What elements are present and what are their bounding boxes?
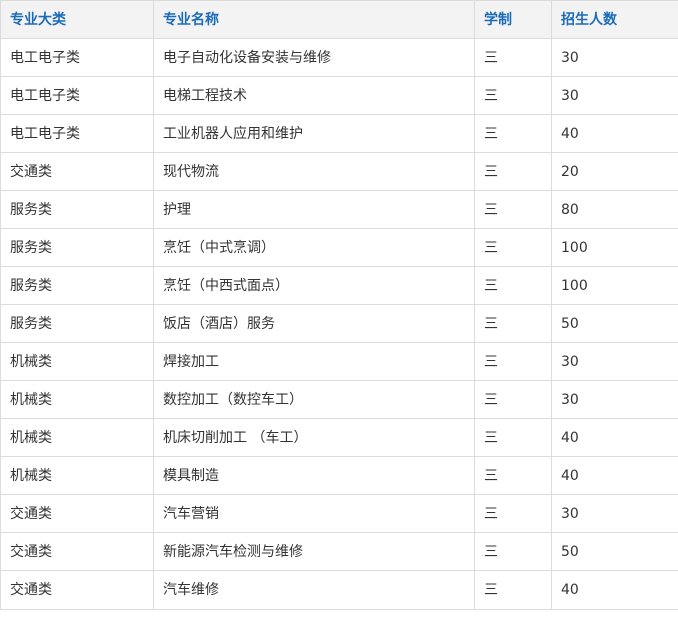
cell-major-name: 模具制造	[153, 456, 475, 495]
cell-category: 交通类	[0, 152, 154, 191]
cell-enrollment: 50	[551, 532, 678, 571]
cell-major-name: 汽车营销	[153, 494, 475, 533]
header-row: 专业大类 专业名称 学制 招生人数	[0, 0, 678, 39]
header-enrollment: 招生人数	[551, 0, 678, 39]
cell-category: 交通类	[0, 494, 154, 533]
cell-category: 交通类	[0, 532, 154, 571]
cell-duration: 三	[474, 304, 552, 343]
table-row: 服务类 烹饪（中式烹调） 三 100	[0, 228, 678, 267]
cell-enrollment: 40	[551, 570, 678, 610]
cell-duration: 三	[474, 38, 552, 77]
cell-duration: 三	[474, 152, 552, 191]
cell-major-name: 护理	[153, 190, 475, 229]
header-major-name: 专业名称	[153, 0, 475, 39]
table-row: 电工电子类 电子自动化设备安装与维修 三 30	[0, 38, 678, 77]
cell-duration: 三	[474, 532, 552, 571]
cell-enrollment: 40	[551, 114, 678, 153]
cell-category: 交通类	[0, 570, 154, 610]
table-row: 服务类 饭店（酒店）服务 三 50	[0, 304, 678, 343]
cell-enrollment: 30	[551, 342, 678, 381]
cell-category: 机械类	[0, 342, 154, 381]
cell-major-name: 电子自动化设备安装与维修	[153, 38, 475, 77]
cell-major-name: 工业机器人应用和维护	[153, 114, 475, 153]
cell-enrollment: 40	[551, 456, 678, 495]
cell-enrollment: 30	[551, 76, 678, 115]
cell-enrollment: 100	[551, 266, 678, 305]
enrollment-table: 专业大类 专业名称 学制 招生人数 电工电子类 电子自动化设备安装与维修 三 3…	[0, 0, 678, 610]
cell-category: 机械类	[0, 418, 154, 457]
table-row: 服务类 烹饪（中西式面点） 三 100	[0, 266, 678, 305]
table-row: 交通类 现代物流 三 20	[0, 152, 678, 191]
cell-major-name: 烹饪（中式烹调）	[153, 228, 475, 267]
cell-duration: 三	[474, 342, 552, 381]
cell-category: 服务类	[0, 190, 154, 229]
table-row: 机械类 机床切削加工 （车工） 三 40	[0, 418, 678, 457]
table-row: 机械类 焊接加工 三 30	[0, 342, 678, 381]
cell-category: 电工电子类	[0, 114, 154, 153]
cell-duration: 三	[474, 76, 552, 115]
table-row: 机械类 模具制造 三 40	[0, 456, 678, 495]
cell-duration: 三	[474, 190, 552, 229]
cell-category: 电工电子类	[0, 76, 154, 115]
cell-enrollment: 80	[551, 190, 678, 229]
table-header: 专业大类 专业名称 学制 招生人数	[0, 0, 678, 39]
table-row: 机械类 数控加工（数控车工） 三 30	[0, 380, 678, 419]
cell-duration: 三	[474, 570, 552, 610]
cell-major-name: 焊接加工	[153, 342, 475, 381]
table-row: 电工电子类 电梯工程技术 三 30	[0, 76, 678, 115]
cell-duration: 三	[474, 114, 552, 153]
cell-major-name: 现代物流	[153, 152, 475, 191]
header-category: 专业大类	[0, 0, 154, 39]
table-body: 电工电子类 电子自动化设备安装与维修 三 30 电工电子类 电梯工程技术 三 3…	[0, 38, 678, 610]
cell-category: 机械类	[0, 456, 154, 495]
cell-enrollment: 100	[551, 228, 678, 267]
cell-category: 电工电子类	[0, 38, 154, 77]
cell-category: 服务类	[0, 228, 154, 267]
cell-category: 服务类	[0, 266, 154, 305]
cell-enrollment: 30	[551, 380, 678, 419]
cell-category: 机械类	[0, 380, 154, 419]
cell-major-name: 数控加工（数控车工）	[153, 380, 475, 419]
table-row: 电工电子类 工业机器人应用和维护 三 40	[0, 114, 678, 153]
header-duration: 学制	[474, 0, 552, 39]
table-row: 交通类 汽车维修 三 40	[0, 570, 678, 610]
cell-category: 服务类	[0, 304, 154, 343]
cell-major-name: 烹饪（中西式面点）	[153, 266, 475, 305]
cell-duration: 三	[474, 494, 552, 533]
cell-enrollment: 20	[551, 152, 678, 191]
cell-duration: 三	[474, 380, 552, 419]
cell-duration: 三	[474, 456, 552, 495]
cell-duration: 三	[474, 228, 552, 267]
table-row: 服务类 护理 三 80	[0, 190, 678, 229]
cell-major-name: 饭店（酒店）服务	[153, 304, 475, 343]
cell-major-name: 新能源汽车检测与维修	[153, 532, 475, 571]
table-row: 交通类 新能源汽车检测与维修 三 50	[0, 532, 678, 571]
cell-major-name: 机床切削加工 （车工）	[153, 418, 475, 457]
cell-duration: 三	[474, 418, 552, 457]
cell-major-name: 汽车维修	[153, 570, 475, 610]
cell-major-name: 电梯工程技术	[153, 76, 475, 115]
cell-enrollment: 50	[551, 304, 678, 343]
cell-duration: 三	[474, 266, 552, 305]
cell-enrollment: 30	[551, 494, 678, 533]
table-row: 交通类 汽车营销 三 30	[0, 494, 678, 533]
cell-enrollment: 40	[551, 418, 678, 457]
cell-enrollment: 30	[551, 38, 678, 77]
